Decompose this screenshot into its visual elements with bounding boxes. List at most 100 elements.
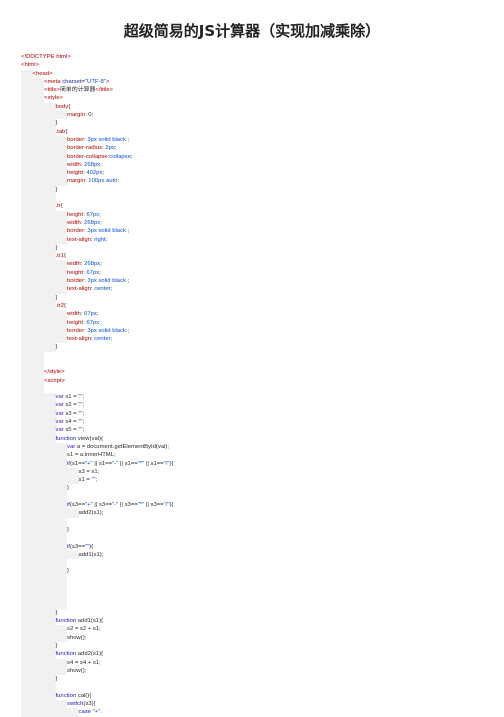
code-text: margin: 100px auto; <box>67 178 119 184</box>
code-line: } <box>21 525 483 535</box>
code-text: border: 3px solid black ; <box>67 328 129 334</box>
code-text: .tr{ <box>56 203 63 209</box>
code-token: case <box>78 709 91 716</box>
code-text: width: 67px; <box>67 311 98 317</box>
indent-gutter <box>21 268 67 278</box>
indent-gutter <box>21 401 56 410</box>
indent-gutter <box>21 484 67 493</box>
code-text: } <box>56 643 58 649</box>
code-token: "+" <box>85 460 93 467</box>
code-line: } <box>21 484 483 493</box>
code-token: s1 = <box>78 477 92 484</box>
indent-gutter <box>21 459 67 468</box>
indent-gutter <box>21 194 56 203</box>
code-text: } <box>56 120 58 126</box>
code-token: ; <box>110 286 113 293</box>
code-line: } <box>21 293 483 302</box>
indent-gutter <box>21 675 56 684</box>
code-token: 简单的计算器 <box>60 87 96 94</box>
code-line: s1 = a.innerHTML; <box>21 451 483 460</box>
code-line: var s5 = ""; <box>21 426 483 435</box>
code-token: var <box>55 410 64 417</box>
code-token: margin <box>67 178 86 185</box>
code-line: .tr{ <box>21 202 483 211</box>
code-token: s2 = s2 + s1; <box>67 626 101 633</box>
indent-gutter <box>21 310 67 319</box>
code-token: add1(s1){ <box>76 618 103 625</box>
indent-gutter <box>21 442 67 452</box>
code-text: height: 67px; <box>67 212 101 218</box>
code-token: right <box>94 236 106 243</box>
code-line: <meta charset="UTF-8"> <box>21 77 483 87</box>
indent-gutter <box>21 642 56 651</box>
code-token: border-radius <box>67 145 103 152</box>
code-line: width: 268px; <box>21 160 483 170</box>
code-token: height <box>67 319 84 326</box>
code-text: } <box>56 344 58 350</box>
code-line: border: 3px solid black ; <box>21 135 483 145</box>
indent-gutter <box>21 567 67 576</box>
code-text: } <box>56 610 58 616</box>
code-token: ; <box>105 236 108 243</box>
indent-gutter <box>21 210 67 219</box>
indent-gutter <box>21 285 67 294</box>
indent-gutter <box>21 335 67 344</box>
code-text: text-align: center; <box>67 336 112 342</box>
code-text: add2(s1); <box>79 510 104 516</box>
code-token: ){ <box>89 543 94 550</box>
indent-gutter <box>21 86 44 95</box>
code-token: show(); <box>67 634 87 641</box>
code-token: { <box>65 128 68 135</box>
code-token: ; <box>99 269 101 276</box>
code-text: .tr2{ <box>56 303 66 309</box>
indent-gutter <box>21 492 67 502</box>
indent-gutter <box>21 144 67 153</box>
code-token: border-collapse <box>67 153 108 160</box>
indent-gutter <box>21 119 56 128</box>
code-line: border-collapse:collapse; <box>21 152 483 161</box>
code-text: add1(s1); <box>79 552 104 558</box>
code-token: var <box>55 394 64 401</box>
code-text: } <box>67 485 69 491</box>
code-line: border: 3px solid black ; <box>21 227 483 236</box>
code-line: .tr1{ <box>21 252 483 261</box>
code-line: height: 402px; <box>21 169 483 178</box>
code-text: if(s3==""){ <box>67 544 93 550</box>
code-line: <html> <box>21 61 483 69</box>
code-token: ; <box>82 394 85 401</box>
code-token: > <box>105 78 110 85</box>
indent-gutter <box>21 393 56 402</box>
code-token: add2(s1); <box>78 510 104 517</box>
indent-gutter <box>21 617 56 626</box>
indent-gutter <box>21 501 67 510</box>
indent-gutter <box>21 700 67 709</box>
code-line: function add1(s1){ <box>21 617 483 626</box>
code-token: height <box>67 269 84 276</box>
code-line <box>21 359 483 369</box>
indent-gutter <box>21 451 67 460</box>
indent-gutter <box>21 467 79 477</box>
code-token: (s3){ <box>83 701 96 708</box>
code-text: var s5 = ""; <box>56 427 85 433</box>
code-token: s3 = s1; <box>78 468 100 475</box>
code-token: || s1== <box>144 460 164 467</box>
code-text: <!DOCTYPE html> <box>21 54 71 60</box>
code-token: } <box>55 120 58 127</box>
code-line: function cal(){ <box>21 691 483 701</box>
code-token: text-align <box>67 286 91 293</box>
code-token: 3px solid black <box>87 327 126 334</box>
indent-gutter <box>21 293 56 302</box>
indent-gutter <box>21 102 56 112</box>
code-token: width <box>67 161 81 168</box>
code-token: } <box>55 676 58 683</box>
indent-gutter <box>21 633 67 643</box>
code-token: <!DOCTYPE html> <box>21 54 71 60</box>
code-token: s1 = <box>63 394 79 401</box>
indent-gutter <box>21 318 67 327</box>
code-token: s4 = <box>63 419 79 426</box>
indent-gutter <box>21 227 67 236</box>
indent-gutter <box>21 434 56 443</box>
code-line: body{ <box>21 102 483 112</box>
code-text: </style> <box>44 369 65 375</box>
code-text: <style> <box>44 95 63 101</box>
